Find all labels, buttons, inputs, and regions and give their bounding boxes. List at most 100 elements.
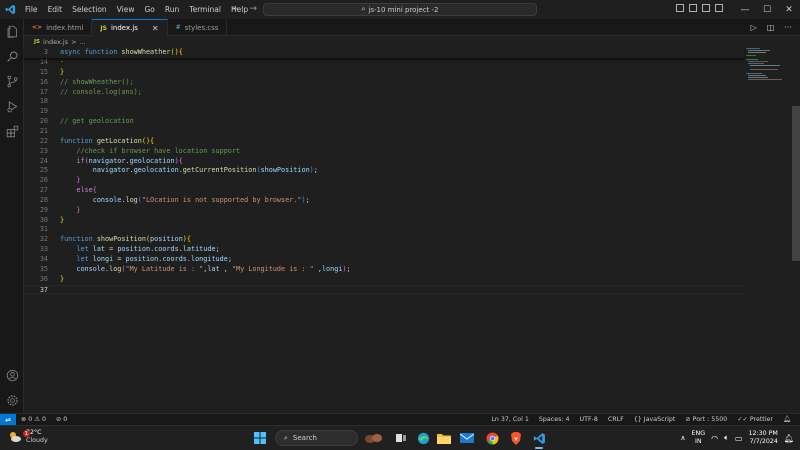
line-number: 31 <box>39 225 48 234</box>
more-actions-icon[interactable]: ··· <box>784 23 792 32</box>
code-line: 36} <box>24 275 744 285</box>
line-number: 24 <box>39 156 48 165</box>
line-number: 23 <box>39 146 48 155</box>
code-editor[interactable]: 3 async function showWheather(){ 14 · 15} … <box>24 46 744 413</box>
language-mode[interactable]: {} JavaScript <box>629 415 681 423</box>
weather-widget[interactable]: 1 32°C Cloudy <box>8 429 48 445</box>
file-explorer-icon[interactable] <box>437 431 451 445</box>
vertical-scrollbar[interactable] <box>792 46 800 413</box>
settings-gear-icon[interactable] <box>0 388 24 413</box>
cloudy-weather-icon <box>8 430 22 444</box>
braces-icon: {} <box>633 415 642 423</box>
toggle-secondary-sidebar-icon[interactable] <box>702 4 710 12</box>
tab-index-js[interactable]: JS index.js ✕ <box>92 19 168 36</box>
live-server-port[interactable]: ⊘ Port : 5500 <box>680 415 732 423</box>
breadcrumb-file[interactable]: index.js <box>43 38 68 46</box>
clock[interactable]: 12:30 PM 7/7/2024 <box>748 430 777 446</box>
widget-image-icon[interactable] <box>364 431 384 445</box>
line-number: 25 <box>39 166 48 175</box>
line-number: 20 <box>39 117 48 126</box>
end-of-line[interactable]: CRLF <box>603 415 629 423</box>
line-code: // get geolocation <box>60 117 134 126</box>
battery-icon[interactable]: ▭ <box>735 434 743 443</box>
edge-browser-icon[interactable] <box>416 431 430 445</box>
menu-bar: File Edit Selection View Go Run Terminal… <box>20 5 253 14</box>
chrome-icon[interactable] <box>485 431 499 445</box>
close-window-icon[interactable]: ✕ <box>778 0 800 19</box>
volume-icon[interactable]: 🔈︎ <box>724 433 729 443</box>
menu-edit[interactable]: Edit <box>43 5 68 14</box>
menu-selection[interactable]: Selection <box>67 5 112 14</box>
run-debug-icon[interactable] <box>0 94 24 119</box>
menu-file[interactable]: File <box>20 5 43 14</box>
account-icon[interactable] <box>0 363 24 388</box>
wifi-icon[interactable]: ◠ <box>711 434 718 443</box>
menu-run[interactable]: Run <box>160 5 184 14</box>
lang-bottom: IN <box>695 438 702 445</box>
maximize-icon[interactable]: ☐ <box>756 0 778 19</box>
run-file-icon[interactable]: ▷ <box>751 23 757 32</box>
notifications-bell-icon[interactable]: 🔔︎ <box>778 415 796 423</box>
tab-styles-css[interactable]: # styles.css <box>168 19 228 36</box>
tab-label: styles.css <box>184 23 219 32</box>
line-number: 21 <box>39 126 48 135</box>
line-code: } <box>60 215 65 224</box>
mail-icon[interactable] <box>460 431 474 445</box>
encoding[interactable]: UTF-8 <box>574 415 602 423</box>
breadcrumb-symbol[interactable]: ... <box>80 38 86 46</box>
weather-condition: Cloudy <box>26 437 48 444</box>
problems-indicator[interactable]: ⊗ 0 ⚠ 0 <box>16 416 51 423</box>
close-tab-icon[interactable]: ✕ <box>152 24 159 33</box>
split-editor-icon[interactable]: ◫ <box>767 23 775 32</box>
prettier-status[interactable]: ✓✓ Prettier <box>732 415 778 423</box>
search-icon[interactable] <box>0 44 24 69</box>
language-indicator[interactable]: ENG IN <box>692 430 706 446</box>
code-line: 22 function getLocation(){ <box>24 137 744 147</box>
toggle-primary-sidebar-icon[interactable] <box>676 4 684 12</box>
explorer-icon[interactable] <box>0 19 24 44</box>
windows-start-icon[interactable] <box>254 432 266 444</box>
code-line: 20 // get geolocation <box>24 117 744 127</box>
code-line: 17 // console.log(ans); <box>24 88 744 98</box>
tab-index-html[interactable]: <> index.html <box>24 19 93 36</box>
ports-indicator[interactable]: ⊘ 0 <box>51 416 72 423</box>
weather-notification-badge: 1 <box>23 430 30 437</box>
active-app-indicator <box>535 447 543 449</box>
code-line: 23 //check if browser have location supp… <box>24 147 744 157</box>
customize-layout-icon[interactable] <box>715 4 723 12</box>
minimize-icon[interactable]: — <box>734 0 756 19</box>
scrollbar-thumb[interactable] <box>792 106 800 261</box>
notification-bell-icon[interactable]: 🔔︎ <box>784 434 794 443</box>
line-code: // console.log(ans); <box>60 87 142 96</box>
brave-browser-icon[interactable] <box>509 431 523 445</box>
taskbar-search[interactable]: ⌕ Search <box>275 430 358 446</box>
arrow-right-icon[interactable]: → <box>250 4 258 14</box>
history-nav: ← → <box>232 4 257 14</box>
sticky-code: async function showWheather(){ <box>60 48 183 56</box>
task-view-icon[interactable] <box>394 431 408 445</box>
html-file-icon: <> <box>32 24 43 31</box>
title-bar: File Edit Selection View Go Run Terminal… <box>0 0 800 19</box>
cursor-position[interactable]: Ln 37, Col 1 <box>486 415 534 423</box>
vscode-taskbar-icon[interactable] <box>532 431 546 445</box>
line-code: } <box>76 176 81 185</box>
menu-terminal[interactable]: Terminal <box>184 5 226 14</box>
source-control-icon[interactable] <box>0 69 24 94</box>
lang-top: ENG <box>691 430 706 437</box>
toggle-panel-icon[interactable] <box>689 4 697 12</box>
chevron-up-icon[interactable]: ∧ <box>680 434 685 442</box>
line-code: } <box>60 274 65 283</box>
extensions-icon[interactable] <box>0 119 24 144</box>
indentation[interactable]: Spaces: 4 <box>534 415 575 423</box>
sticky-scroll-header[interactable]: 3 async function showWheather(){ <box>24 46 744 58</box>
vscode-logo-icon[interactable] <box>0 0 20 19</box>
line-code: let lat = position.coords.latitude; <box>76 245 220 254</box>
menu-go[interactable]: Go <box>139 5 159 14</box>
remote-indicator-icon[interactable]: ⇌ <box>0 413 16 426</box>
arrow-left-icon[interactable]: ← <box>232 4 240 14</box>
line-code: if(navigator.geolocation){ <box>76 156 183 165</box>
menu-view[interactable]: View <box>112 5 140 14</box>
command-center[interactable]: ⌕ js-10 mini project -2 <box>263 3 537 16</box>
port-label: Port : 5500 <box>692 415 728 423</box>
minimap[interactable] <box>744 46 792 413</box>
